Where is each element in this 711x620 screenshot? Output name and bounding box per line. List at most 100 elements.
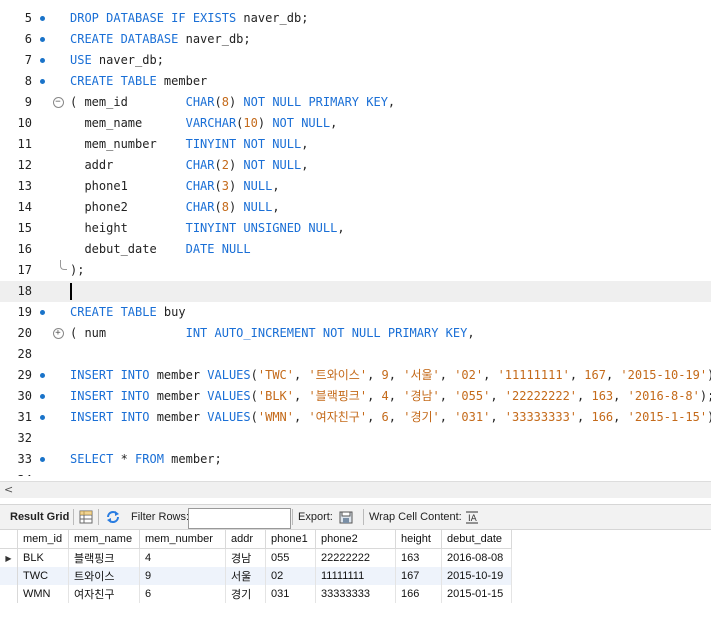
table-cell[interactable]: TWC [17, 567, 69, 585]
table-cell[interactable]: 22222222 [315, 548, 396, 567]
sql-keyword: USE [70, 53, 92, 67]
sql-number: 9 [381, 368, 389, 382]
table-cell[interactable]: 4 [139, 548, 226, 567]
sql-string: '2015-10-19' [620, 368, 708, 382]
column-header[interactable]: mem_name [68, 530, 140, 549]
table-cell[interactable]: 02 [265, 567, 316, 585]
table-cell[interactable]: 경기 [225, 585, 266, 603]
sql-editor[interactable]: 5 DROP DATABASE IF EXISTS naver_db; 6 CREAT… [0, 0, 711, 476]
editor-line[interactable]: 13 phone1 CHAR(3) NULL, [0, 176, 711, 197]
column-header[interactable]: addr [225, 530, 266, 549]
table-cell[interactable]: 166 [395, 585, 442, 603]
table-cell[interactable]: 경남 [225, 548, 266, 567]
statement-marker-icon [36, 449, 48, 470]
table-cell[interactable]: 33333333 [315, 585, 396, 603]
result-grid[interactable]: mem_id mem_name mem_number addr phone1 phone2… [0, 530, 512, 603]
wrap-text-icon[interactable]: IA [465, 510, 479, 524]
text-caret [70, 283, 72, 300]
sql-type: CHAR [185, 95, 215, 109]
sql-keyword: CREATE DATABASE [70, 32, 179, 46]
sql-string: '트와이스' [308, 368, 368, 382]
editor-line[interactable]: 9 −( mem_id CHAR(8) NOT NULL PRIMARY KEY, [0, 92, 711, 113]
table-cell[interactable]: 163 [395, 548, 442, 567]
sql-keyword: NOT NULL PRIMARY KEY [243, 95, 388, 109]
column-header[interactable]: debut_date [441, 530, 512, 549]
sql-number: 8 [221, 95, 229, 109]
current-row-pointer-icon[interactable]: ▶ [0, 548, 18, 567]
sql-text: member [149, 410, 208, 424]
sql-type: DATE [185, 242, 215, 256]
editor-line[interactable]: 18 [0, 281, 711, 302]
column-header[interactable]: mem_number [139, 530, 226, 549]
sql-string: '서울' [403, 368, 440, 382]
table-row[interactable]: ▶ BLK 블랙핑크 4 경남 055 22222222 163 2016-08-08 [0, 548, 512, 567]
sql-keyword: UNSIGNED NULL [243, 221, 338, 235]
editor-line[interactable]: 10 mem_name VARCHAR(10) NOT NULL, [0, 113, 711, 134]
horizontal-scrollbar[interactable]: < [0, 481, 711, 498]
sql-string: '여자친구' [308, 410, 368, 424]
sql-text: , [388, 389, 404, 403]
table-row[interactable]: TWC 트와이스 9 서울 02 11111111 167 2015-10-19 [0, 567, 512, 585]
editor-line[interactable]: 17); [0, 260, 711, 281]
sql-string: '055' [454, 389, 491, 403]
table-cell[interactable]: WMN [17, 585, 69, 603]
table-cell[interactable]: 블랙핑크 [68, 548, 140, 567]
table-cell[interactable]: 167 [395, 567, 442, 585]
column-header[interactable]: phone1 [265, 530, 316, 549]
table-cell[interactable]: BLK [17, 548, 69, 567]
editor-line[interactable]: 19 CREATE TABLE buy [0, 302, 711, 323]
sql-text: , [272, 179, 280, 193]
result-grid-tab[interactable]: Result Grid [10, 505, 69, 529]
editor-line[interactable]: 14 phone2 CHAR(8) NULL, [0, 197, 711, 218]
fold-expand-icon[interactable]: + [52, 323, 64, 344]
sql-text: ( [214, 200, 222, 214]
editor-line[interactable]: 7 USE naver_db; [0, 50, 711, 71]
editor-line[interactable]: 5 DROP DATABASE IF EXISTS naver_db; [0, 8, 711, 29]
editor-line[interactable]: 6 CREATE DATABASE naver_db; [0, 29, 711, 50]
table-cell[interactable]: 여자친구 [68, 585, 140, 603]
editor-line[interactable]: 11 mem_number TINYINT NOT NULL, [0, 134, 711, 155]
row-header[interactable] [0, 585, 18, 603]
code-text: ( num INT AUTO_INCREMENT NOT NULL PRIMAR… [70, 323, 475, 344]
table-row[interactable]: WMN 여자친구 6 경기 031 33333333 166 2015-01-15 [0, 585, 512, 603]
row-header[interactable] [0, 567, 18, 585]
editor-line[interactable]: 32 [0, 428, 711, 449]
editor-line[interactable]: 34 [0, 470, 711, 476]
table-cell[interactable]: 031 [265, 585, 316, 603]
editor-line[interactable]: 33 SELECT * FROM member; [0, 449, 711, 470]
scroll-left-icon[interactable]: < [4, 483, 13, 496]
column-header[interactable]: phone2 [315, 530, 396, 549]
editor-line[interactable]: 31 INSERT INTO member VALUES('WMN', '여자친구… [0, 407, 711, 428]
editor-line[interactable]: 12 addr CHAR(2) NOT NULL, [0, 155, 711, 176]
sql-text: height [70, 221, 186, 235]
editor-line[interactable]: 16 debut_date DATE NULL [0, 239, 711, 260]
sql-text: ( [214, 158, 222, 172]
table-cell[interactable]: 11111111 [315, 567, 396, 585]
table-cell[interactable]: 6 [139, 585, 226, 603]
table-cell[interactable]: 055 [265, 548, 316, 567]
editor-line[interactable]: 29 INSERT INTO member VALUES('TWC', '트와이스… [0, 365, 711, 386]
filter-rows-input[interactable] [188, 508, 291, 529]
grid-view-icon[interactable] [79, 510, 93, 524]
editor-line[interactable]: 30 INSERT INTO member VALUES('BLK', '블랙핑크… [0, 386, 711, 407]
export-icon[interactable] [339, 510, 353, 524]
table-cell[interactable]: 2016-08-08 [441, 548, 512, 567]
table-cell[interactable]: 9 [139, 567, 226, 585]
table-cell[interactable]: 서울 [225, 567, 266, 585]
refresh-icon[interactable] [106, 510, 120, 524]
sql-string: '경기' [403, 410, 440, 424]
table-cell[interactable]: 2015-10-19 [441, 567, 512, 585]
column-header[interactable]: height [395, 530, 442, 549]
editor-line[interactable]: 20 + ( num INT AUTO_INCREMENT NOT NULL PRI… [0, 323, 711, 344]
table-cell[interactable]: 트와이스 [68, 567, 140, 585]
editor-line[interactable]: 8 CREATE TABLE member [0, 71, 711, 92]
sql-text: ( [250, 368, 258, 382]
column-header[interactable]: mem_id [17, 530, 69, 549]
statement-marker-icon [36, 50, 48, 71]
sql-text: ) [228, 158, 244, 172]
editor-line[interactable]: 15 height TINYINT UNSIGNED NULL, [0, 218, 711, 239]
table-cell[interactable]: 2015-01-15 [441, 585, 512, 603]
fold-collapse-icon[interactable]: − [52, 92, 64, 113]
editor-line[interactable]: 28 [0, 344, 711, 365]
sql-text: buy [156, 305, 186, 319]
